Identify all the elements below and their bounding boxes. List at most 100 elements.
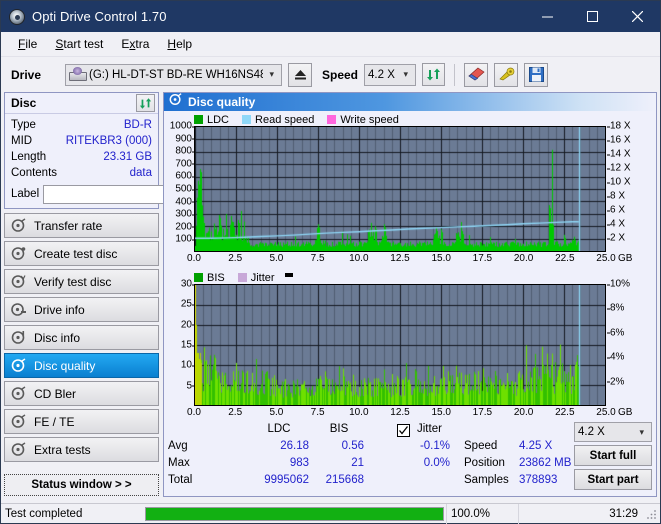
- chart-bis-y-axis: 5 10 15 20 25 30: [166, 279, 196, 406]
- legend-label-read-speed: Read speed: [255, 113, 315, 126]
- stats-panel: LDC BIS Avg Max Total 26.18 983 9995062 …: [164, 421, 656, 495]
- drive-info-icon: [11, 302, 26, 317]
- chevron-down-icon: ▾: [639, 426, 644, 437]
- sidebar-label-disc-info: Disc info: [34, 330, 81, 345]
- axis-tick: 20: [180, 319, 196, 331]
- chart-ldc-y2-axis: 2 X 4 X 6 X 8 X 10 X 12 X 14 X 16 X 18 X: [606, 121, 638, 252]
- chart-bis-wrap: BIS Jitter 5 10 15 20 25 30 2% 4% 6% 8% 10% 0.0 2.…: [164, 267, 656, 421]
- status-message: Test completed: [5, 507, 83, 520]
- sidebar-item-disc-quality[interactable]: Disc quality: [4, 353, 159, 378]
- jitter-checkbox[interactable]: [397, 424, 410, 437]
- axis-tick: 15.0: [431, 407, 451, 418]
- axis-tick: 2.5: [228, 253, 243, 264]
- disc-row-mid: MID RITEKBR3 (000): [11, 133, 152, 149]
- axis-tick: 18 X: [607, 120, 631, 132]
- disc-refresh-button[interactable]: [136, 94, 155, 112]
- sidebar-item-transfer-rate[interactable]: Transfer rate: [4, 213, 159, 238]
- axis-tick: 25: [180, 298, 196, 310]
- sidebar-label-fe-te: FE / TE: [34, 414, 75, 429]
- axis-tick: 30: [180, 278, 196, 290]
- sidebar-label-drive-info: Drive info: [34, 302, 85, 317]
- chart-ldc-wrap: LDC Read speed Write speed 100 200 300 400 5…: [164, 111, 656, 267]
- axis-tick: 20.0: [513, 407, 534, 418]
- maximize-icon[interactable]: [570, 1, 615, 32]
- disc-panel-header: Disc: [5, 93, 158, 114]
- sidebar-item-drive-info[interactable]: Drive info: [4, 297, 159, 322]
- axis-tick: 22.5: [555, 407, 575, 418]
- drive-icon: [69, 67, 87, 82]
- chart-bis-plotrow: 5 10 15 20 25 30 2% 4% 6% 8% 10%: [166, 279, 654, 406]
- stats-speed-label: Speed: [464, 440, 498, 452]
- progress-bar: [145, 506, 444, 521]
- menu-item-extra[interactable]: Extra: [112, 34, 158, 54]
- axis-tick: 800: [175, 145, 195, 157]
- sidebar-item-extra-tests[interactable]: Extra tests: [4, 437, 159, 462]
- erase-button[interactable]: [464, 62, 489, 87]
- axis-tick: 1000: [169, 120, 196, 132]
- axis-unit: GB: [618, 253, 633, 264]
- left-sidebar: Disc Type BD-R MID RITEKBR3 (000) Length…: [4, 92, 248, 497]
- sidebar-item-cd-bler[interactable]: CD Bler: [4, 381, 159, 406]
- sidebar-item-fe-te[interactable]: FE / TE: [4, 409, 159, 434]
- disc-info-panel: Disc Type BD-R MID RITEKBR3 (000) Length…: [4, 92, 248, 209]
- minimize-icon[interactable]: [525, 1, 570, 32]
- sidebar-item-disc-info[interactable]: Disc info: [4, 325, 159, 350]
- menu-item-start-test[interactable]: Start test: [46, 34, 112, 54]
- save-button[interactable]: [524, 62, 549, 87]
- axis-tick: 200: [175, 221, 195, 233]
- status-window-button[interactable]: Status window > >: [4, 474, 159, 496]
- stats-header-ldc: LDC: [267, 423, 291, 435]
- disc-info-rows: Type BD-R MID RITEKBR3 (000) Length 23.3…: [5, 114, 248, 208]
- resize-grip-icon[interactable]: [645, 508, 657, 520]
- axis-tick: 600: [175, 170, 195, 182]
- stats-bis-total: 215668: [325, 474, 364, 486]
- stats-bis-max: 21: [351, 457, 364, 469]
- axis-tick: 15.0: [431, 253, 451, 264]
- axis-tick: 12.5: [390, 253, 410, 264]
- start-part-button[interactable]: Start part: [574, 469, 652, 490]
- disc-info-icon: [11, 330, 26, 345]
- close-icon[interactable]: [615, 1, 660, 32]
- test-speed-select[interactable]: 4.2 X ▾: [574, 422, 652, 442]
- legend-marker-black: [284, 272, 293, 277]
- stats-samples-label: Samples: [464, 474, 509, 486]
- disc-label-key: Label: [11, 188, 40, 200]
- axis-tick: 6 X: [606, 204, 626, 216]
- axis-tick: 5.0: [269, 407, 284, 418]
- sidebar-item-create-test-disc[interactable]: Create test disc: [4, 241, 159, 266]
- tools-button[interactable]: [494, 62, 519, 87]
- refresh-button[interactable]: [422, 63, 446, 86]
- menu-item-file[interactable]: File: [9, 34, 46, 54]
- eject-button[interactable]: [288, 62, 312, 87]
- chart-ldc-plot[interactable]: [194, 126, 606, 252]
- jitter-label: Jitter: [417, 423, 442, 435]
- disc-quality-icon: [169, 93, 182, 111]
- progress-percent: 100.0%: [446, 503, 518, 524]
- sidebar-label-extra-tests: Extra tests: [34, 442, 91, 457]
- axis-tick: 20.0: [513, 253, 534, 264]
- progress-bar-cell: [143, 504, 446, 524]
- chart-bis-plot[interactable]: [194, 284, 606, 406]
- axis-tick: 22.5: [555, 253, 575, 264]
- axis-tick: 10.0: [349, 407, 369, 418]
- speed-select[interactable]: 4.2 X ▾: [364, 63, 417, 86]
- menu-item-help[interactable]: Help: [158, 34, 201, 54]
- legend-label-jitter: Jitter: [250, 271, 275, 284]
- axis-tick: 7.5: [310, 407, 325, 418]
- sidebar-label-create-test-disc: Create test disc: [34, 246, 118, 261]
- sidebar-item-verify-test-disc[interactable]: Verify test disc: [4, 269, 159, 294]
- disc-quality-icon: [11, 358, 26, 373]
- axis-tick: 16 X: [607, 134, 631, 146]
- start-full-button[interactable]: Start full: [574, 445, 652, 466]
- chart-ldc-y-axis: 100 200 300 400 500 600 700 800 900 1000: [166, 121, 196, 252]
- menu-file-rest: ile: [25, 37, 38, 51]
- drive-select[interactable]: (G:) HL-DT-ST BD-RE WH16NS48 1.D3 ▾: [65, 63, 282, 86]
- legend-label-bis: BIS: [207, 271, 225, 284]
- stats-header-bis: BIS: [329, 423, 349, 435]
- disc-row-mid-value: RITEKBR3 (000): [65, 135, 152, 147]
- speed-label: Speed: [322, 67, 359, 82]
- legend-swatch-jitter: [237, 273, 247, 282]
- main-content: Disc Type BD-R MID RITEKBR3 (000) Length…: [1, 92, 660, 497]
- title-bar: Opti Drive Control 1.70: [1, 1, 660, 32]
- axis-tick: 4 X: [606, 218, 626, 230]
